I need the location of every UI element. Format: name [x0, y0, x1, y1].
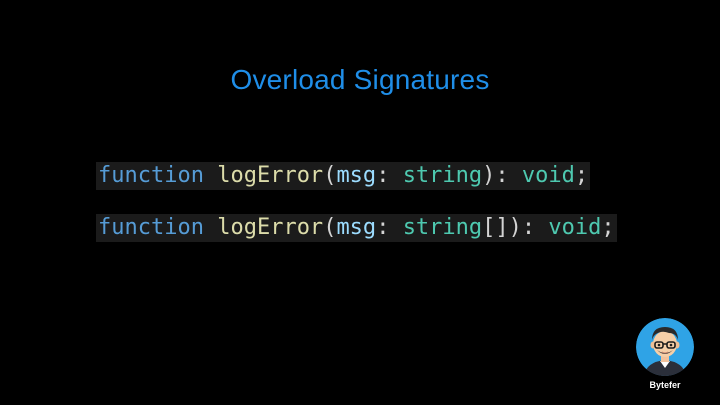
- code-punctuation: []):: [482, 215, 549, 240]
- code-function-name: logError: [217, 163, 324, 188]
- code-function-name: logError: [217, 215, 324, 240]
- brand-name: Bytefer: [649, 380, 681, 390]
- code-param-name: msg: [336, 215, 377, 240]
- code-line-string-overload: function logError(msg: string): void;: [96, 162, 591, 190]
- code-punctuation: :: [376, 163, 403, 188]
- code-keyword: function: [98, 163, 204, 188]
- code-param-type: string: [402, 215, 483, 240]
- code-param-type: string: [402, 163, 483, 188]
- brand-badge: Bytefer: [636, 318, 694, 398]
- code-param-name: msg: [336, 163, 377, 188]
- slide: Overload Signatures function logError(ms…: [0, 0, 720, 405]
- slide-title: Overload Signatures: [230, 64, 490, 95]
- code-semicolon: ;: [601, 215, 615, 240]
- code-punctuation: (: [323, 163, 337, 188]
- code-return-type: void: [521, 163, 575, 188]
- cartoon-avatar-icon: [636, 318, 694, 376]
- code-punctuation: (: [323, 215, 337, 240]
- code-return-type: void: [548, 215, 602, 240]
- code-keyword: function: [98, 215, 204, 240]
- code-line-array-overload: function logError(msg: string[]): void;: [96, 214, 617, 242]
- code-semicolon: ;: [574, 163, 589, 188]
- code-punctuation: ):: [482, 163, 522, 188]
- code-punctuation: :: [376, 215, 403, 240]
